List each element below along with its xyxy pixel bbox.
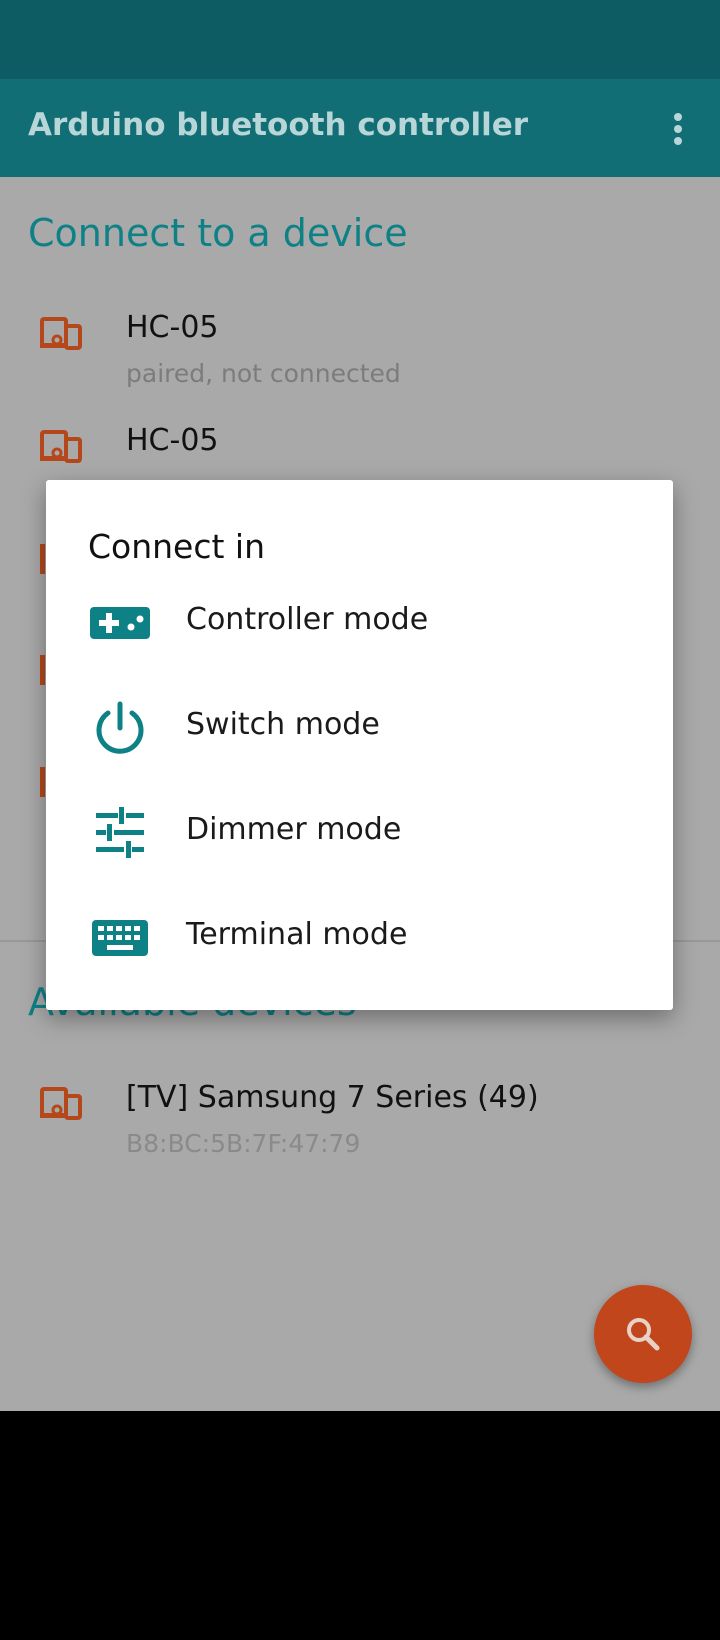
connect-mode-dialog: Connect in Controller mode Switch mode D… bbox=[46, 480, 673, 1010]
dimmer-mode-option[interactable]: Dimmer mode bbox=[46, 783, 673, 883]
sliders-icon bbox=[96, 807, 144, 858]
available-device-samsung-tv[interactable]: [TV] Samsung 7 Series (49) B8:BC:5B:7F:4… bbox=[0, 1072, 720, 1182]
power-icon bbox=[96, 701, 144, 754]
device-name: [TV] Samsung 7 Series (49) bbox=[126, 1080, 539, 1115]
terminal-mode-option[interactable]: Terminal mode bbox=[46, 888, 673, 988]
gamepad-icon bbox=[90, 607, 150, 639]
scan-devices-button[interactable] bbox=[594, 1285, 692, 1383]
device-name: HC-05 bbox=[126, 310, 219, 345]
paired-device-hc05-1[interactable]: HC-05 paired, not connected bbox=[0, 302, 720, 412]
dialog-title: Connect in bbox=[88, 527, 266, 566]
option-label: Dimmer mode bbox=[186, 812, 402, 847]
devices-icon bbox=[40, 1087, 82, 1120]
navigation-area bbox=[0, 1411, 720, 1640]
paired-section-title: Connect to a device bbox=[28, 211, 408, 255]
keyboard-icon bbox=[92, 920, 148, 956]
more-options-icon[interactable] bbox=[667, 109, 689, 149]
option-label: Switch mode bbox=[186, 707, 380, 742]
status-bar bbox=[0, 0, 720, 79]
search-icon bbox=[627, 1318, 660, 1351]
device-name: HC-05 bbox=[126, 423, 219, 458]
device-mac-address: B8:BC:5B:7F:47:79 bbox=[126, 1129, 361, 1158]
app-title: Arduino bluetooth controller bbox=[28, 107, 529, 143]
controller-mode-option[interactable]: Controller mode bbox=[46, 573, 673, 673]
devices-icon bbox=[40, 317, 82, 350]
option-label: Controller mode bbox=[186, 602, 429, 637]
app-bar: Arduino bluetooth controller bbox=[0, 79, 720, 177]
devices-icon bbox=[40, 430, 82, 463]
option-label: Terminal mode bbox=[186, 917, 408, 952]
switch-mode-option[interactable]: Switch mode bbox=[46, 678, 673, 778]
device-status: paired, not connected bbox=[126, 359, 401, 388]
